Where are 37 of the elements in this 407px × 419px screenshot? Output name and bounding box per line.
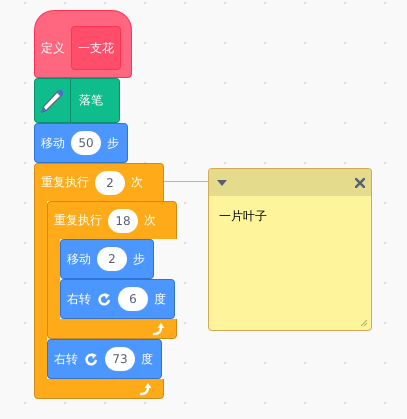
comment-note[interactable]: 一片叶子 xyxy=(208,168,372,331)
number-input[interactable]: 6 xyxy=(118,287,148,311)
number-input[interactable]: 2 xyxy=(95,170,125,194)
block-label: 落笔 xyxy=(79,92,103,109)
number-input[interactable]: 2 xyxy=(97,247,127,271)
turn-right-block[interactable]: 右转 73 度 xyxy=(47,339,162,379)
comment-text[interactable]: 一片叶子 xyxy=(209,196,371,237)
turn-right-icon xyxy=(84,352,99,366)
number-input[interactable]: 18 xyxy=(108,208,138,232)
move-steps-block[interactable]: 移动 2 步 xyxy=(60,239,154,279)
block-label: 定义 xyxy=(41,40,65,56)
turn-right-icon xyxy=(97,292,112,306)
block-label: 次 xyxy=(144,212,156,229)
block-label: 次 xyxy=(131,174,143,191)
close-icon[interactable] xyxy=(355,178,365,188)
turn-right-block[interactable]: 右转 6 度 xyxy=(60,279,175,319)
block-label: 度 xyxy=(141,350,153,368)
block-label: 度 xyxy=(154,290,166,308)
repeat-block-top[interactable]: 重复执行 18 次 xyxy=(47,201,177,239)
resize-handle-icon[interactable] xyxy=(359,318,368,327)
block-label: 步 xyxy=(133,250,145,268)
block-label: 右转 xyxy=(67,290,91,308)
repeat-block-top[interactable]: 重复执行 2 次 xyxy=(34,163,164,201)
comment-connector-line xyxy=(164,181,208,182)
move-steps-block[interactable]: 移动 50 步 xyxy=(34,123,128,163)
number-input[interactable]: 73 xyxy=(105,347,135,371)
collapse-caret-icon[interactable] xyxy=(217,180,227,186)
loop-arrow-icon xyxy=(139,382,153,396)
number-input[interactable]: 50 xyxy=(71,131,101,155)
custom-block-name: 一支花 xyxy=(71,26,121,70)
block-label: 重复执行 xyxy=(41,174,89,191)
block-label: 步 xyxy=(107,134,119,152)
loop-arrow-icon xyxy=(152,322,166,336)
block-label: 右转 xyxy=(54,350,78,368)
block-label: 重复执行 xyxy=(54,212,102,229)
block-label: 移动 xyxy=(41,134,65,152)
block-label: 移动 xyxy=(67,250,91,268)
